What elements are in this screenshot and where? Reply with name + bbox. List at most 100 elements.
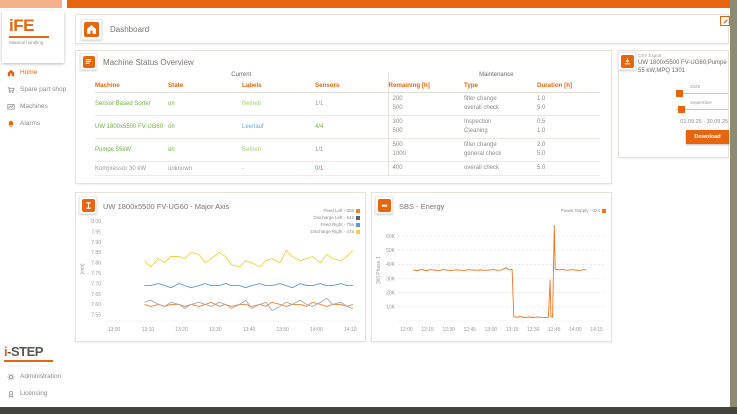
type-cell: filter changegeneral check [464, 139, 537, 162]
svg-text:[W] Phase 1: [W] Phase 1 [376, 256, 382, 283]
table-row[interactable]: Sensor Based SorteronBetrieb1/1200500fil… [95, 93, 600, 116]
svg-text:20K: 20K [386, 291, 396, 297]
machine-status-chip [80, 53, 97, 70]
sidebar-menu: Home Spare part shop Machines Alarms [0, 64, 67, 132]
machine-status-table: Current Maintenance Machine State Labels… [95, 72, 600, 176]
major-axis-legend: Feed Left - 508Discharge Left - 542Feed … [310, 207, 360, 235]
table-row[interactable]: Pumpe 55kWonBetrieb1/15001000filter chan… [95, 139, 600, 162]
year-slider-label: 2025 [690, 84, 700, 89]
machine-name-cell: Sensor Based Sorter [95, 93, 168, 116]
certificate-icon [7, 390, 15, 398]
download-button[interactable]: Download [686, 130, 729, 144]
remaining-cell: 400 [388, 162, 464, 176]
legend-label: Feed Right - 75a [320, 221, 354, 228]
col-duration: Duration [h] [537, 80, 600, 93]
maintenance-type: overall check [464, 104, 537, 113]
sensors-cell: 0/1 [315, 162, 388, 176]
sidebar-item-administration[interactable]: Administration [0, 368, 67, 385]
sidebar-item-label: Licensing [20, 390, 47, 397]
year-slider[interactable]: 2025 [676, 83, 728, 97]
sidebar-item-label: Spare part shop [20, 86, 66, 93]
maintenance-remaining: 500 [393, 141, 465, 150]
svg-text:14:10: 14:10 [344, 327, 357, 333]
table-row[interactable]: Kompressor 30 kWunknown-0/1400overall ch… [95, 162, 600, 176]
svg-text:13:10: 13:10 [142, 327, 155, 333]
year-slider-handle[interactable] [676, 90, 683, 97]
brand-underline [9, 36, 49, 38]
svg-text:10K: 10K [386, 305, 396, 311]
major-axis-chip [79, 196, 97, 214]
sidebar-item-label: Machines [20, 103, 48, 110]
svg-text:60K: 60K [386, 234, 396, 240]
legend-swatch [356, 209, 360, 213]
legend-swatch [356, 216, 360, 220]
edit-dashboard-button[interactable] [720, 16, 730, 26]
sidebar-item-spare-part-shop[interactable]: Spare part shop [0, 81, 67, 98]
svg-text:12:00: 12:00 [400, 327, 413, 333]
svg-text:7.80: 7.80 [91, 261, 101, 267]
sidebar-item-machines[interactable]: Machines [0, 98, 67, 115]
sorter-icon [378, 199, 391, 212]
legend-swatch [602, 209, 606, 213]
maintenance-type: general check [464, 150, 537, 159]
svg-text:13:00: 13:00 [485, 327, 498, 333]
label-cell: Leerlauf [242, 116, 315, 139]
svg-text:13:00: 13:00 [108, 327, 121, 333]
group-maintenance: Maintenance [388, 72, 600, 80]
col-remaining: Remaining [h] [388, 80, 464, 93]
maintenance-remaining: 400 [393, 164, 465, 173]
col-state: State [168, 80, 242, 93]
state-cell: on [168, 139, 242, 162]
maintenance-duration: 5.0 [537, 104, 600, 113]
svg-text:8.00: 8.00 [91, 219, 101, 225]
list-icon [83, 56, 95, 68]
svg-text:14:00: 14:00 [310, 327, 323, 333]
maintenance-remaining: 200 [393, 95, 465, 104]
svg-text:30K: 30K [386, 276, 396, 282]
sidebar-item-alarms[interactable]: Alarms [0, 115, 67, 132]
top-bar [67, 0, 730, 8]
state-cell: on [168, 93, 242, 116]
sidebar-item-licensing[interactable]: Licensing [0, 385, 67, 402]
svg-text:13:15: 13:15 [506, 327, 519, 333]
legend-label: Discharge Left - 542 [313, 214, 354, 221]
maintenance-duration: 0.5 [537, 118, 600, 127]
sensors-cell: 4/4 [315, 116, 388, 139]
duration-cell: 1.05.0 [537, 93, 600, 116]
footer-brand-logo: i-STEP [4, 344, 53, 362]
machine-name-cell: Pumpe 55kW [95, 139, 168, 162]
remaining-cell: 5001000 [388, 139, 464, 162]
legend-label: Feed Left - 508 [323, 207, 354, 214]
svg-text:7.75: 7.75 [91, 271, 101, 277]
machine-name-cell: UW 1800x5500 FV-UG60 [95, 116, 168, 139]
footer-brand-underline [4, 360, 53, 362]
table-row[interactable]: UW 1800x5500 FV-UG60onLeerlauf4/4300500I… [95, 116, 600, 139]
legend-swatch [356, 223, 360, 227]
footer-brand-rest: -STEP [7, 344, 43, 359]
state-cell: on [168, 116, 242, 139]
maintenance-duration: 1.0 [537, 127, 600, 136]
duration-cell: 0.51.0 [537, 116, 600, 139]
svg-text:14:15: 14:15 [590, 327, 603, 333]
maintenance-remaining: 500 [393, 104, 465, 113]
svg-text:7.65: 7.65 [91, 292, 101, 298]
svg-text:7.70: 7.70 [91, 281, 101, 287]
csv-export-label: CSV Export [638, 53, 662, 58]
legend-entry: Discharge Right - 47a [310, 228, 360, 235]
sidebar-item-home[interactable]: Home [0, 64, 67, 81]
date-range-label: 01.09.25 - 30.09.25 [640, 119, 728, 125]
year-slider-track[interactable] [676, 93, 728, 94]
sidebar-item-label: Alarms [20, 120, 40, 127]
home-icon [84, 22, 99, 37]
maintenance-duration: 1.0 [537, 95, 600, 104]
sidebar-item-label: Home [20, 69, 37, 76]
month-slider-handle[interactable] [678, 106, 685, 113]
maintenance-type: overall check [464, 164, 537, 173]
svg-text:12:15: 12:15 [421, 327, 434, 333]
csv-export-chip [618, 52, 636, 70]
top-bar-left-accent [0, 0, 62, 8]
sidebar-item-label: Administration [20, 373, 61, 380]
maintenance-type: Inspection [464, 118, 537, 127]
machine-status-title: Machine Status Overview [103, 58, 194, 67]
month-slider[interactable]: September [676, 99, 728, 113]
